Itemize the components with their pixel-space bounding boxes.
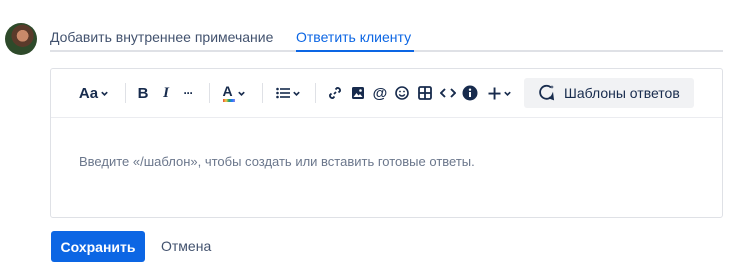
chevron-down-icon (504, 91, 511, 96)
table-button[interactable] (417, 81, 433, 105)
code-button[interactable] (438, 81, 458, 105)
emoji-button[interactable] (394, 81, 410, 105)
text-color-dropdown[interactable]: A (219, 81, 249, 105)
chevron-down-icon (237, 91, 245, 96)
bold-button[interactable]: B (135, 81, 151, 105)
info-panel-button[interactable] (461, 81, 479, 105)
editor-placeholder[interactable]: Введите «/шаблон», чтобы создать или вст… (79, 154, 475, 169)
bullet-list-dropdown[interactable] (273, 81, 303, 105)
editor-toolbar: Aa B I ··· A @ Шаблоны ответов (51, 69, 722, 118)
toolbar-divider (262, 83, 263, 103)
text-style-dropdown[interactable]: Aa (77, 81, 111, 105)
reply-editor: Aa B I ··· A @ Шаблоны ответов Введите «… (50, 68, 723, 218)
emoji-icon (395, 86, 409, 100)
toolbar-divider (125, 83, 126, 103)
insert-more-dropdown[interactable] (485, 81, 515, 105)
mention-icon: @ (372, 84, 388, 102)
response-templates-button[interactable]: Шаблоны ответов (524, 78, 694, 108)
toolbar-divider (209, 83, 210, 103)
save-button[interactable]: Сохранить (51, 231, 145, 262)
template-chat-icon (539, 84, 555, 101)
color-bar (222, 99, 235, 102)
cancel-button[interactable]: Отмена (161, 238, 211, 254)
chevron-down-icon (292, 91, 300, 96)
more-formatting-button[interactable]: ··· (180, 81, 196, 105)
toolbar-divider (315, 83, 316, 103)
comment-tabs: Добавить внутреннее примечание Ответить … (50, 24, 723, 52)
text-color-icon: A (222, 83, 235, 103)
text-color-letter: A (222, 83, 233, 99)
link-icon (329, 87, 341, 99)
chevron-down-icon (101, 91, 108, 96)
info-icon (462, 85, 478, 101)
mention-button[interactable]: @ (371, 81, 389, 105)
active-tab-indicator (296, 50, 414, 52)
bullet-list-icon (275, 87, 290, 99)
response-templates-label: Шаблоны ответов (564, 85, 680, 101)
image-button[interactable] (350, 81, 366, 105)
plus-icon (488, 87, 501, 99)
table-icon (418, 86, 432, 100)
link-button[interactable] (327, 81, 343, 105)
text-style-label: Aa (78, 84, 99, 102)
code-icon (440, 88, 456, 98)
tab-internal-note[interactable]: Добавить внутреннее примечание (50, 29, 273, 45)
italic-button[interactable]: I (158, 81, 174, 105)
image-icon (352, 87, 364, 99)
avatar (5, 23, 37, 55)
tab-reply-customer[interactable]: Ответить клиенту (296, 29, 411, 45)
